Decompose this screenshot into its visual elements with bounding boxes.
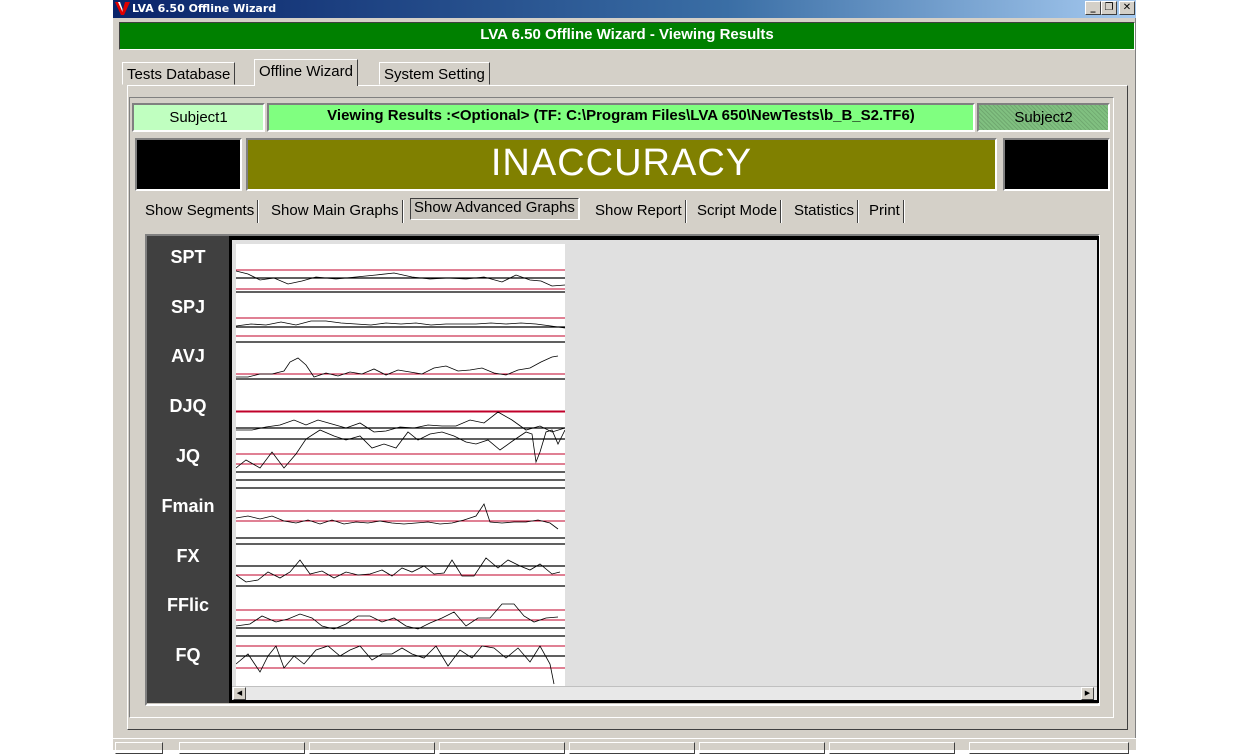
tab-show-advanced-graphs[interactable]: Show Advanced Graphs — [410, 198, 579, 220]
graph-label-jq: JQ — [175, 446, 200, 466]
tab-system-setting[interactable]: System Setting — [379, 62, 490, 85]
system-tray — [969, 742, 1129, 754]
graph-spt — [236, 269, 565, 290]
graph-label-fmain: Fmain — [161, 496, 215, 516]
scroll-right-icon[interactable]: ▶ — [1081, 687, 1094, 700]
subject2-button[interactable]: Subject2 — [977, 103, 1110, 132]
graph-djq — [236, 411, 565, 440]
graph-fmain — [236, 487, 565, 539]
taskbar-item-3[interactable] — [439, 742, 565, 754]
tab-tests-database[interactable]: Tests Database — [122, 62, 236, 85]
graph-fflic — [236, 603, 565, 637]
left-indicator — [135, 138, 242, 191]
minimize-button[interactable]: _ — [1085, 1, 1101, 15]
graph-label-spj: SPJ — [170, 297, 206, 317]
graph-spj — [236, 291, 565, 343]
lva-logo-icon — [115, 2, 130, 15]
graph-avj — [236, 355, 565, 412]
graph-label-spt: SPT — [170, 247, 206, 267]
tab-show-report[interactable]: Show Report — [592, 200, 686, 223]
tab-offline-wizard[interactable]: Offline Wizard — [254, 59, 358, 86]
graph-fq — [236, 645, 565, 685]
graph-label-fflic: FFlic — [166, 595, 209, 615]
restore-button[interactable]: ❐ — [1101, 1, 1117, 15]
taskbar-item-6[interactable] — [829, 742, 955, 754]
scroll-left-icon[interactable]: ◀ — [233, 687, 246, 700]
taskbar — [113, 738, 1136, 754]
results-tab-strip: Show Segments Show Main Graphs Show Adva… — [139, 197, 1107, 225]
graph-label-avj: AVJ — [171, 346, 205, 366]
close-button[interactable]: ✕ — [1119, 1, 1135, 15]
horizontal-scrollbar[interactable]: ◀ ▶ — [232, 686, 1097, 700]
header-banner: LVA 6.50 Offline Wizard - Viewing Result… — [119, 22, 1135, 50]
viewing-results-bar: Viewing Results :<Optional> (TF: C:\Prog… — [267, 103, 975, 132]
graph-label-fx: FX — [176, 546, 200, 566]
tab-script-mode[interactable]: Script Mode — [694, 200, 782, 223]
graph-label-column: SPT SPJ AVJ DJQ JQ Fmain FX FFlic FQ — [147, 236, 229, 703]
tab-show-main-graphs[interactable]: Show Main Graphs — [268, 200, 403, 223]
result-display: INACCURACY — [246, 138, 997, 191]
tab-show-segments[interactable]: Show Segments — [142, 200, 259, 223]
taskbar-item-4[interactable] — [569, 742, 695, 754]
graph-label-djq: DJQ — [169, 396, 207, 416]
graph-jq — [236, 429, 565, 481]
tab-print[interactable]: Print — [866, 200, 904, 223]
start-button[interactable] — [115, 742, 163, 754]
subject1-button[interactable]: Subject1 — [132, 103, 265, 132]
right-indicator — [1003, 138, 1110, 191]
advanced-graphs-canvas — [236, 244, 565, 686]
graph-fx — [236, 543, 565, 587]
window-title: LVA 6.50 Offline Wizard — [132, 2, 277, 15]
graph-label-fq: FQ — [175, 645, 201, 665]
tab-statistics[interactable]: Statistics — [791, 200, 859, 223]
taskbar-item-2[interactable] — [309, 742, 435, 754]
title-bar[interactable]: LVA 6.50 Offline Wizard _ ❐ ✕ — [113, 0, 1136, 18]
taskbar-item-5[interactable] — [699, 742, 825, 754]
taskbar-item-1[interactable] — [179, 742, 305, 754]
